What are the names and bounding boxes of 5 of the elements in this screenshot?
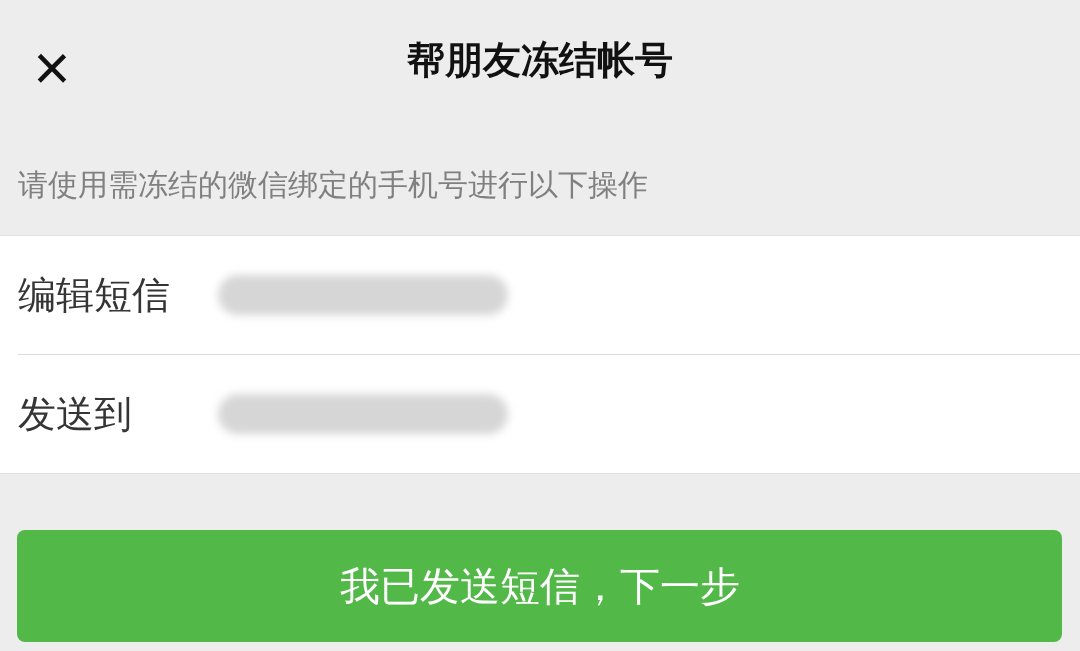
field-label: 发送到 bbox=[18, 390, 133, 438]
close-button[interactable]: × bbox=[22, 38, 82, 98]
page-title: 帮朋友冻结帐号 bbox=[407, 37, 673, 84]
field-label: 编辑短信 bbox=[18, 271, 171, 319]
hint-text: 请使用需冻结的微信绑定的手机号进行以下操作 bbox=[17, 165, 649, 204]
